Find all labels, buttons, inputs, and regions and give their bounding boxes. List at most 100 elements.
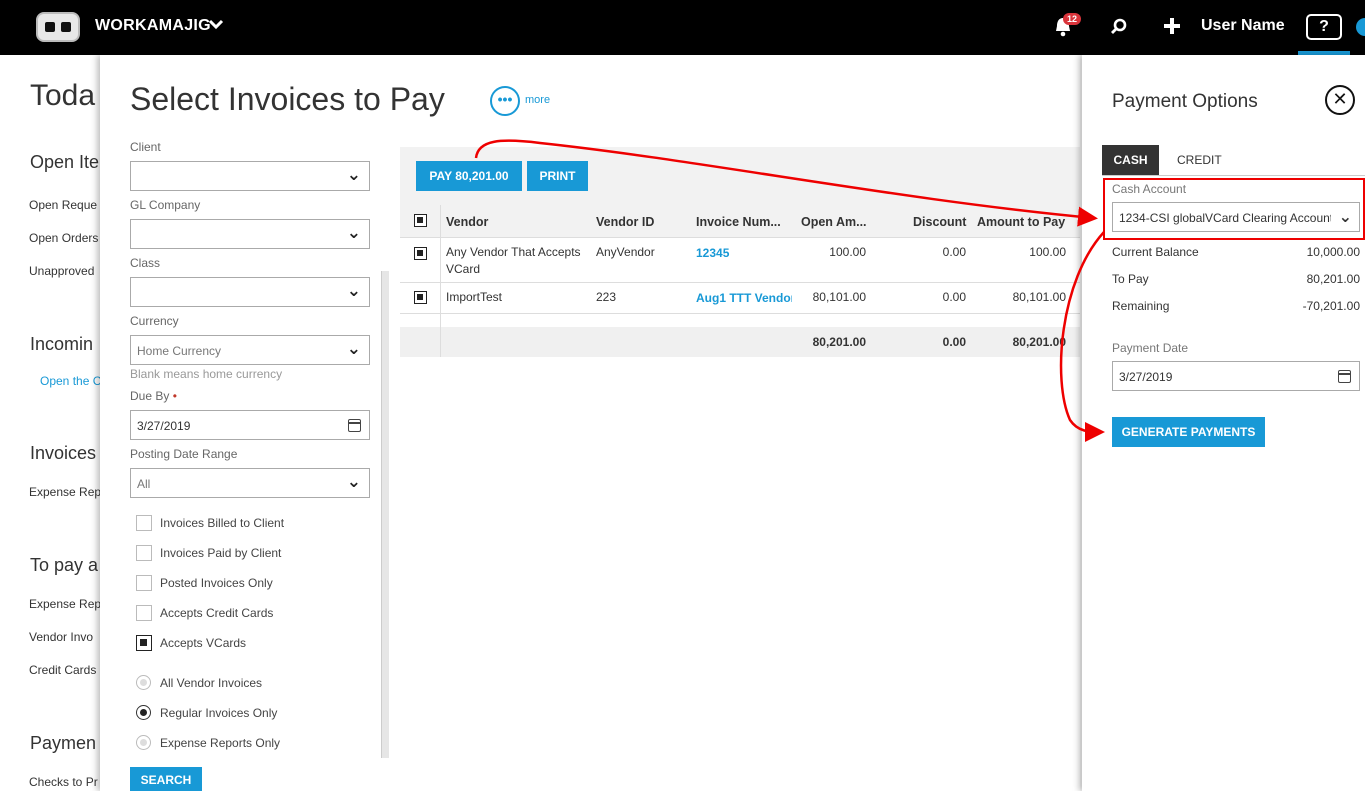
table-row[interactable]: Any Vendor That Accepts VCard AnyVendor … [400, 238, 1080, 283]
grid-totals-row: 80,201.00 0.00 80,201.00 [400, 327, 1080, 357]
bg-section-heading: Paymen [30, 733, 97, 753]
search-icon[interactable] [1109, 17, 1129, 37]
notification-badge: 12 [1063, 13, 1082, 25]
cell-discount: 0.00 [942, 245, 966, 259]
column-header-invoice-number[interactable]: Invoice Num... [696, 215, 781, 229]
more-icon[interactable]: ••• [490, 86, 520, 116]
help-icon[interactable]: ? [1306, 14, 1342, 40]
current-balance-value: 10,000.00 [1306, 245, 1360, 259]
bg-link[interactable]: Unapproved [29, 264, 94, 278]
cell-invoice-link[interactable]: Aug1 TTT Vendor [696, 291, 792, 305]
cell-invoice-link[interactable]: 12345 [696, 246, 729, 260]
more-link[interactable]: more [525, 94, 550, 106]
gl-company-select[interactable]: ⌄ [130, 219, 370, 249]
print-button[interactable]: PRINT [527, 161, 588, 191]
user-name-menu[interactable]: User Name [1201, 17, 1285, 35]
column-header-vendor[interactable]: Vendor [446, 215, 488, 229]
total-discount: 0.00 [942, 335, 966, 349]
remaining-label: Remaining [1112, 299, 1170, 313]
currency-label: Currency [130, 314, 179, 328]
table-row[interactable]: ImportTest 223 Aug1 TTT Vendor 80,101.00… [400, 283, 1080, 314]
posting-range-select[interactable]: All ⌄ [130, 468, 370, 498]
calendar-icon[interactable] [1338, 370, 1351, 383]
due-by-label-text: Due By [130, 389, 170, 403]
annotation-highlight-box [1103, 178, 1365, 240]
pay-button[interactable]: PAY 80,201.00 [416, 161, 522, 191]
required-marker: • [172, 389, 177, 403]
cell-vendor: ImportTest [446, 290, 503, 304]
column-header-discount[interactable]: Discount [913, 215, 966, 229]
radio-button[interactable] [136, 735, 151, 750]
tab-cash[interactable]: CASH [1102, 145, 1159, 175]
cell-discount: 0.00 [942, 290, 966, 304]
avatar[interactable] [1356, 18, 1365, 36]
grid-divider [440, 205, 441, 357]
payment-options-title: Payment Options [1112, 91, 1258, 112]
bg-link[interactable]: Open Reque [29, 198, 97, 212]
current-balance-label: Current Balance [1112, 245, 1199, 259]
due-by-value: 3/27/2019 [137, 419, 191, 433]
client-select[interactable]: ⌄ [130, 161, 370, 191]
row-checkbox[interactable] [414, 291, 427, 304]
cell-open-amount: 80,101.00 [812, 290, 866, 304]
grid-header: Vendor Vendor ID Invoice Num... Open Am.… [400, 205, 1080, 238]
posting-range-value: All [137, 477, 151, 491]
select-all-checkbox[interactable] [414, 214, 427, 227]
logo-icon[interactable] [36, 12, 80, 42]
cell-amount-to-pay[interactable]: 80,101.00 [986, 290, 1066, 304]
checkbox[interactable] [136, 515, 152, 531]
select-invoices-panel: Select Invoices to Pay ••• more Client ⌄… [100, 55, 1080, 791]
currency-select[interactable]: Home Currency ⌄ [130, 335, 370, 365]
background-title: Toda [30, 79, 96, 112]
bg-link[interactable]: Expense Rep [29, 485, 101, 499]
radio-button[interactable] [136, 675, 151, 690]
tab-credit[interactable]: CREDIT [1177, 153, 1222, 167]
total-amount-to-pay: 80,201.00 [1012, 335, 1066, 349]
column-header-vendor-id[interactable]: Vendor ID [596, 215, 654, 229]
remaining-row: Remaining -70,201.00 [1112, 299, 1360, 313]
checkbox[interactable] [136, 545, 152, 561]
bg-link[interactable]: Checks to Pr [29, 775, 98, 789]
bg-link[interactable]: Credit Cards [29, 663, 96, 677]
due-by-label: Due By • [130, 389, 177, 403]
bg-link[interactable]: Expense Rep [29, 597, 101, 611]
to-pay-row: To Pay 80,201.00 [1112, 272, 1360, 286]
cell-amount-to-pay[interactable]: 100.00 [986, 245, 1066, 259]
to-pay-label: To Pay [1112, 272, 1149, 286]
filter-scrollbar[interactable] [381, 271, 389, 758]
radio-label: Regular Invoices Only [160, 706, 278, 720]
plus-icon[interactable] [1163, 13, 1181, 41]
bg-link[interactable]: Vendor Invo [29, 630, 93, 644]
total-open-amount: 80,201.00 [812, 335, 866, 349]
chevron-down-icon: ⌄ [346, 339, 361, 358]
bg-link[interactable]: Open Orders [29, 231, 98, 245]
app-title[interactable]: WORKAMAJIG [95, 17, 211, 35]
checkbox[interactable] [136, 605, 152, 621]
search-button[interactable]: SEARCH [130, 767, 202, 791]
bg-section-heading: Open Ite [30, 152, 100, 172]
checkbox[interactable] [136, 575, 152, 591]
tab-divider [1102, 175, 1365, 176]
calendar-icon[interactable] [348, 419, 361, 432]
currency-value: Home Currency [137, 344, 222, 358]
close-icon[interactable]: ✕ [1325, 85, 1355, 115]
posting-range-label: Posting Date Range [130, 447, 238, 461]
checkbox[interactable] [136, 635, 152, 651]
payment-date-input[interactable]: 3/27/2019 [1112, 361, 1360, 391]
radio-button[interactable] [136, 705, 151, 720]
client-label: Client [130, 140, 161, 154]
checkbox-label: Invoices Billed to Client [160, 516, 285, 530]
radio-label: Expense Reports Only [160, 736, 281, 750]
chevron-down-icon[interactable] [208, 16, 224, 36]
generate-payments-button[interactable]: GENERATE PAYMENTS [1112, 417, 1265, 447]
column-header-open-amount[interactable]: Open Am... [801, 215, 867, 229]
checkbox-label: Accepts Credit Cards [160, 606, 274, 620]
bg-link[interactable]: Open the C [40, 374, 101, 388]
row-checkbox[interactable] [414, 247, 427, 260]
checkbox-label: Accepts VCards [160, 636, 247, 650]
class-select[interactable]: ⌄ [130, 277, 370, 307]
cell-vendor: Any Vendor That Accepts VCard [446, 245, 581, 276]
payment-options-panel: Payment Options ✕ CASH CREDIT Cash Accou… [1082, 55, 1365, 791]
column-header-amount-to-pay[interactable]: Amount to Pay [977, 215, 1074, 229]
due-by-input[interactable]: 3/27/2019 [130, 410, 370, 440]
